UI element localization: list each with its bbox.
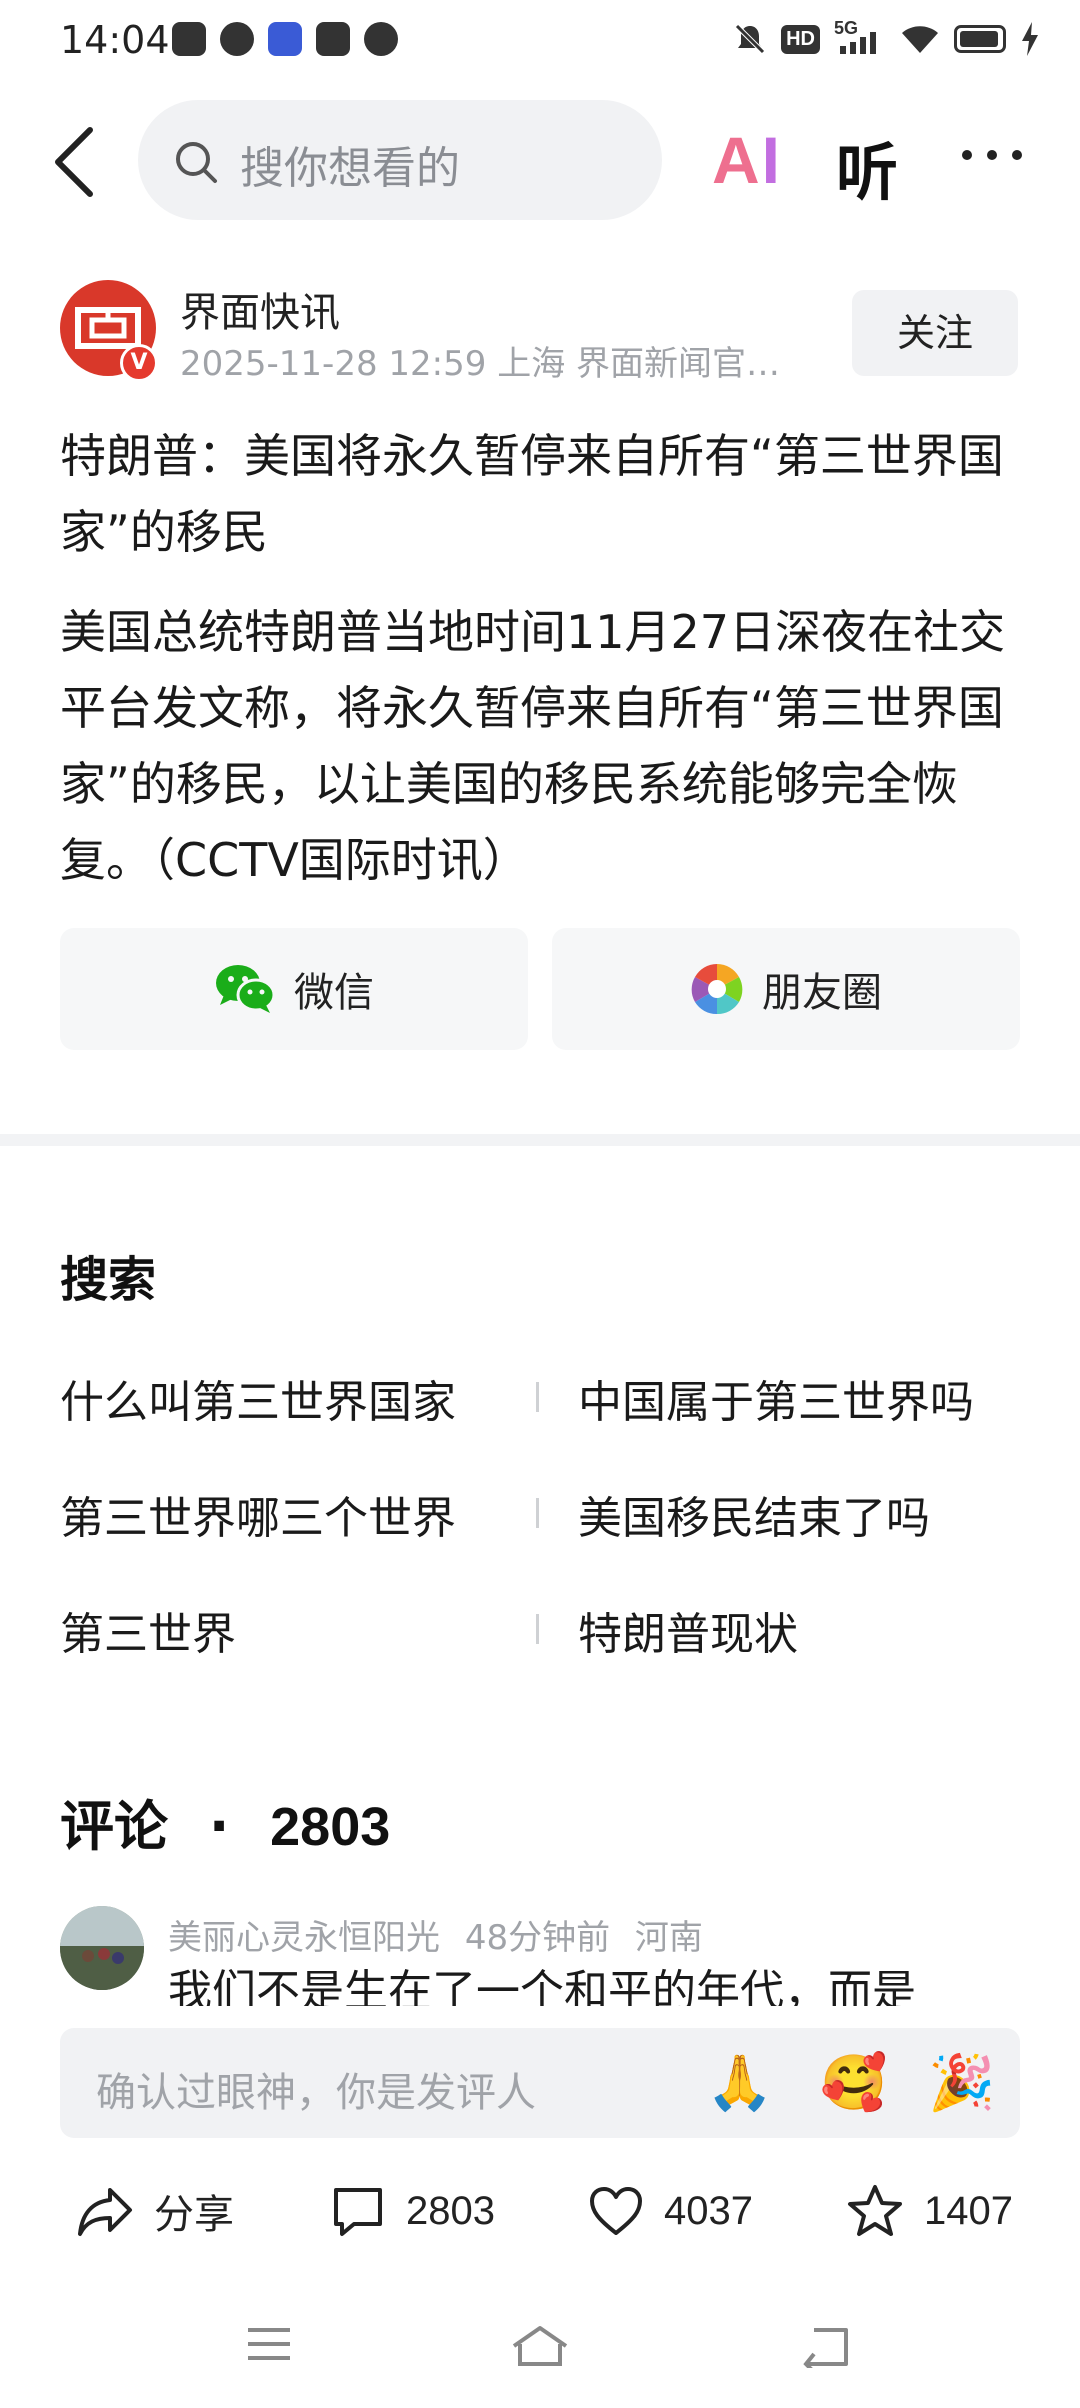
emoji-pray-icon[interactable]: 🙏 (706, 2050, 773, 2116)
section-divider (0, 1134, 1080, 1146)
comment-bubble-icon (334, 2188, 382, 2236)
suggestion-separator (536, 1382, 539, 1412)
dot-icon (962, 150, 972, 160)
comment-input-placeholder: 确认过眼神，你是发评人 (96, 2070, 536, 2116)
search-suggestion[interactable]: 美国移民结束了吗 (578, 1482, 930, 1546)
like-count: 4037 (664, 2188, 753, 2233)
search-suggestion[interactable]: 特朗普现状 (578, 1598, 798, 1662)
comments-title: 评论 (60, 1795, 168, 1858)
suggestion-separator (536, 1498, 539, 1528)
system-nav-bar (0, 2300, 1080, 2408)
listen-button[interactable]: 听 (836, 122, 898, 212)
nav-menu-button[interactable] (246, 2324, 292, 2368)
commenter-name[interactable]: 美丽心灵永恒阳光 (168, 1918, 440, 1958)
battery-icon (954, 25, 1006, 53)
article-title: 特朗普：美国将永久暂停来自所有“第三世界国家”的移民 (60, 429, 1004, 559)
mute-icon (735, 24, 765, 54)
comment-meta: 美丽心灵永恒阳光 48分钟前 河南 (168, 1910, 703, 1959)
share-moments-button[interactable]: 朋友圈 (552, 928, 1020, 1050)
comment-location: 河南 (634, 1918, 703, 1958)
ai-button[interactable]: AI (712, 122, 782, 198)
comments-header: 评论 · 2803 (60, 1782, 390, 1861)
wechat-notification-icon (220, 22, 254, 56)
app-notification-icon (172, 22, 206, 56)
comment-input[interactable]: 确认过眼神，你是发评人 🙏 🥰 🎉 (60, 2028, 1020, 2138)
verified-badge: V (120, 344, 158, 382)
back-nav-icon (803, 2328, 848, 2374)
charging-icon (1022, 22, 1038, 56)
search-suggestion[interactable]: 中国属于第三世界吗 (578, 1366, 974, 1430)
like-button[interactable]: 4037 (588, 2176, 753, 2246)
share-moments-label: 朋友圈 (762, 970, 882, 1016)
notification-icons (172, 22, 398, 56)
favorite-count: 1407 (924, 2188, 1013, 2233)
share-wechat-button[interactable]: 微信 (60, 928, 528, 1050)
comment-text: 我们不是生在了一个和平的年代，而是 (168, 1966, 916, 2006)
author-row: V 界面快讯 2025-11-28 12:59 上海 界面新闻官方账号 关注 (0, 280, 1080, 384)
emoji-celebrate-icon[interactable]: 🎉 (928, 2050, 995, 2116)
ai-letter-a: A (712, 123, 762, 197)
status-time: 14:04 (60, 18, 170, 62)
signal-icon: 5G (834, 18, 886, 56)
nav-back-button[interactable] (800, 2324, 850, 2374)
post-meta: 2025-11-28 12:59 上海 界面新闻官方账号 (180, 344, 810, 384)
share-arrow-icon (78, 2188, 132, 2236)
comment-text-clip: 我们不是生在了一个和平的年代，而是 (168, 1964, 1028, 2006)
baidu-notification-icon (268, 22, 302, 56)
search-input[interactable]: 搜你想看的 (138, 100, 662, 220)
status-bar: 14:04 HD 5G (0, 0, 1080, 84)
menu-icon (248, 2328, 290, 2360)
share-wechat-label: 微信 (294, 970, 374, 1016)
star-icon (848, 2185, 902, 2236)
comment-time: 48分钟前 (464, 1918, 611, 1958)
share-label: 分享 (154, 2192, 234, 2238)
commenter-avatar[interactable] (60, 1906, 144, 1990)
follow-button[interactable]: 关注 (852, 290, 1018, 376)
dot-icon (987, 150, 997, 160)
moments-icon (691, 963, 743, 1015)
wifi-icon (902, 26, 938, 53)
comments-dot: · (208, 1795, 230, 1858)
dot-icon (1012, 150, 1022, 160)
mail-notification-icon (316, 22, 350, 56)
search-suggestion[interactable]: 第三世界哪三个世界 (60, 1482, 456, 1546)
search-placeholder: 搜你想看的 (240, 143, 460, 194)
search-icon (176, 142, 217, 183)
home-icon (512, 2326, 568, 2366)
search-suggestion[interactable]: 什么叫第三世界国家 (60, 1366, 456, 1430)
top-bar: 搜你想看的 AI 听 (0, 100, 1080, 224)
hd-icon: HD (781, 24, 820, 54)
comments-count: 2803 (270, 1797, 391, 1857)
author-name[interactable]: 界面快讯 (180, 280, 340, 338)
avatar-photo-icon (60, 1906, 144, 1990)
more-options-button[interactable] (962, 150, 1022, 170)
share-button[interactable]: 分享 (76, 2176, 234, 2246)
search-suggestion[interactable]: 第三世界 (60, 1598, 236, 1662)
emoji-love-icon[interactable]: 🥰 (820, 2050, 887, 2116)
wechat-icon (216, 965, 276, 1013)
chat-notification-icon (364, 22, 398, 56)
article-body: 美国总统特朗普当地时间11月27日深夜在社交平台发文称，将永久暂停来自所有“第三… (60, 605, 1006, 887)
chevron-left-icon (55, 127, 93, 197)
back-button[interactable] (48, 120, 108, 204)
heart-icon (590, 2187, 642, 2235)
system-icons: HD 5G (733, 18, 1040, 56)
comment-button[interactable]: 2803 (330, 2176, 495, 2246)
ai-letter-i: I (761, 123, 783, 197)
nav-home-button[interactable] (510, 2324, 570, 2372)
comment-count: 2803 (406, 2188, 495, 2233)
favorite-button[interactable]: 1407 (846, 2176, 1013, 2246)
suggestion-separator (536, 1614, 539, 1644)
search-section-title: 搜索 (60, 1252, 157, 1308)
